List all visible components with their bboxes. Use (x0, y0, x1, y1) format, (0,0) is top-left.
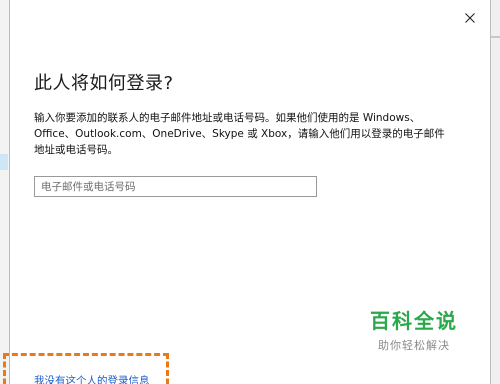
watermark-main-text: 百科全说 (370, 309, 458, 333)
close-button[interactable] (458, 6, 482, 30)
annotation-highlight-box (3, 353, 169, 384)
dialog-description: 输入你要添加的联系人的电子邮件地址或电话号码。如果他们使用的是 Windows、… (34, 112, 445, 156)
dialog-title: 此人将如何登录? (34, 73, 174, 94)
watermark-sub-text: 助你轻松解决 (378, 339, 450, 352)
close-icon (465, 13, 475, 23)
add-person-dialog: 此人将如何登录? 输入你要添加的联系人的电子邮件地址或电话号码。如果他们使用的是… (9, 0, 491, 384)
watermark-logo: 百科全说 助你轻松解决 (352, 299, 476, 357)
background-selected-item (0, 154, 8, 170)
email-or-phone-input[interactable] (34, 176, 317, 197)
